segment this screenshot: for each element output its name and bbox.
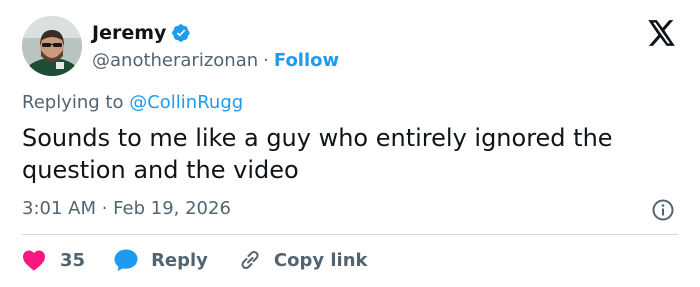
author-handle[interactable]: @anotherarizonan [92, 50, 258, 71]
like-button[interactable]: 35 [22, 249, 85, 271]
link-icon [238, 248, 262, 272]
reply-mention-link[interactable]: @CollinRugg [129, 92, 243, 113]
tweet-timestamp[interactable]: 3:01 AM · Feb 19, 2026 [22, 198, 231, 219]
reply-bubble-icon [113, 248, 139, 272]
verified-badge-icon [171, 23, 191, 43]
tweet-text: Sounds to me like a guy who entirely ign… [22, 124, 613, 184]
handle-row: @anotherarizonan · Follow [92, 48, 339, 72]
author-name-row: Jeremy [92, 20, 191, 46]
copy-link-label: Copy link [273, 249, 368, 271]
info-icon[interactable] [651, 198, 675, 222]
reply-context: Replying to @CollinRugg [22, 92, 243, 113]
tweet-card: Jeremy @anotherarizonan · Follow Replyin… [0, 0, 700, 287]
separator-dot: · [263, 49, 269, 71]
display-name[interactable]: Jeremy [92, 22, 166, 44]
divider [22, 234, 678, 235]
x-logo-icon[interactable] [648, 20, 676, 46]
heart-icon [22, 249, 46, 271]
reply-button[interactable]: Reply [113, 248, 208, 272]
copy-link-button[interactable]: Copy link [238, 248, 368, 272]
reply-context-prefix: Replying to [22, 92, 124, 113]
follow-button[interactable]: Follow [274, 50, 339, 71]
action-bar: 35 Reply Copy link [22, 246, 368, 274]
avatar[interactable] [22, 16, 82, 76]
like-count: 35 [60, 249, 86, 271]
reply-label: Reply [151, 249, 208, 271]
